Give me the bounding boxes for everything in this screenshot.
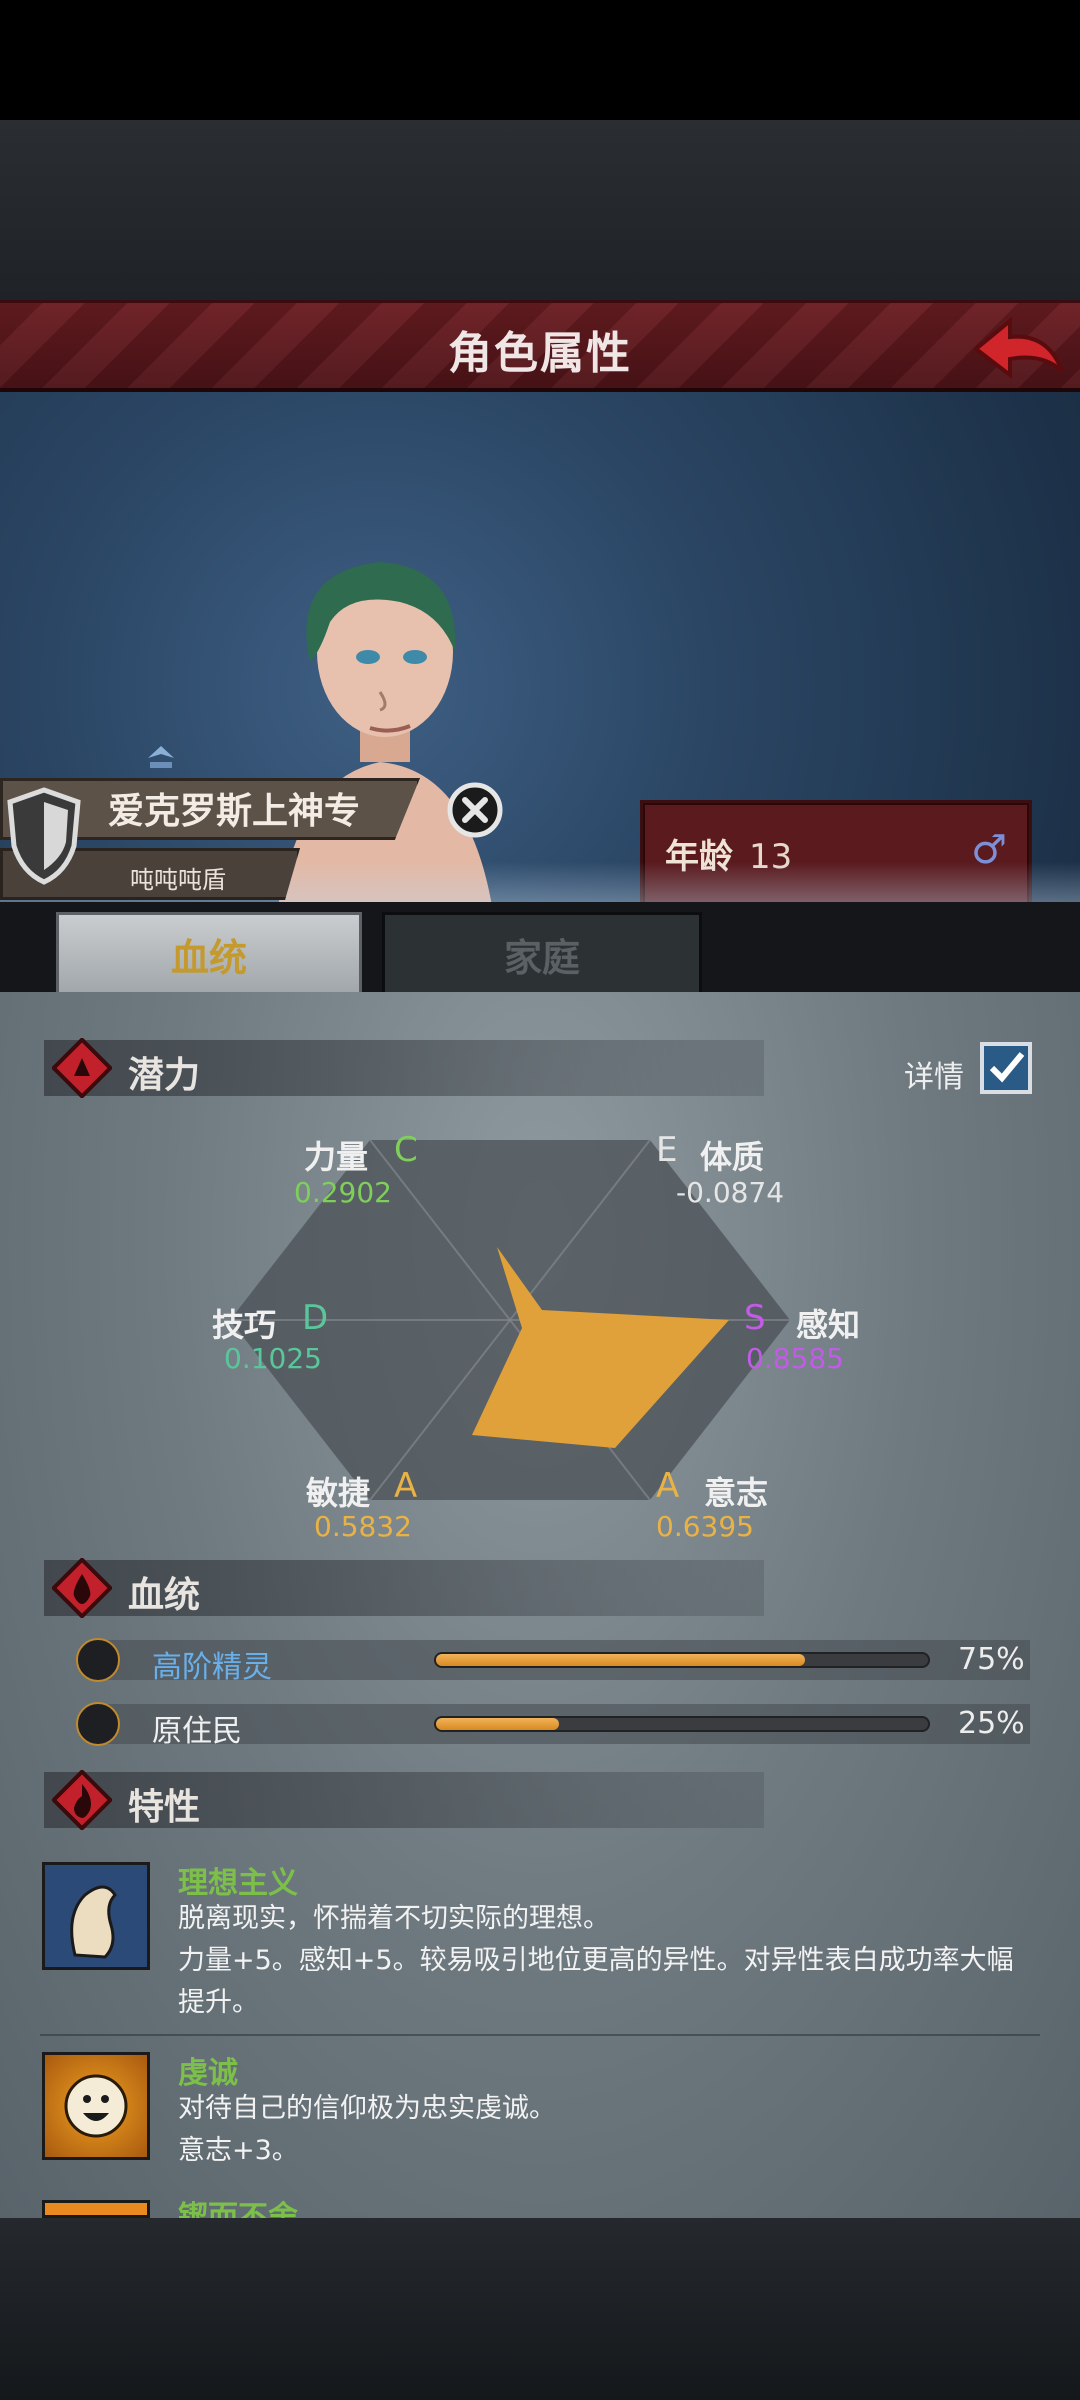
bottom-area [0, 2218, 1080, 2400]
stat-agility-name: 敏捷 [306, 1474, 371, 1512]
page-title: 角色属性 [448, 328, 632, 379]
bloodline-fill-native [436, 1718, 559, 1730]
trait-desc-piety-line1: 对待自己的信仰极为忠实虔诚。 [178, 2093, 556, 2124]
bloodline-percent-native: 25% [958, 1706, 1025, 1741]
checkmark-icon [989, 1052, 1025, 1083]
traits-label: 特性 [128, 1787, 201, 1828]
stat-skill-name: 技巧 [212, 1306, 277, 1344]
stat-strength-value: 0.2902 [294, 1176, 392, 1209]
bloodline-percent-high-elf: 75% [958, 1642, 1025, 1677]
trait-desc-piety-line2: 意志+3。 [178, 2135, 299, 2166]
stat-perception-value: 0.8585 [746, 1342, 844, 1375]
status-bar-area [0, 0, 1080, 120]
bloodline-name-high-elf: 高阶精灵 [152, 1650, 272, 1685]
potential-icon [52, 1038, 112, 1098]
stat-will-name: 意志 [704, 1474, 769, 1512]
native-leaf-icon [76, 1702, 120, 1746]
male-icon: ♂ [971, 827, 1007, 873]
piety-icon [42, 2052, 150, 2160]
close-icon [447, 782, 503, 838]
stat-agility-grade: A [394, 1466, 418, 1506]
stat-will-value: 0.6395 [656, 1510, 754, 1543]
blood-drop-icon [52, 1558, 112, 1618]
perseverance-icon [42, 2200, 150, 2218]
bloodline-label: 血统 [128, 1575, 201, 1616]
back-arrow-icon [972, 316, 1064, 380]
shield-icon [7, 787, 81, 885]
age-row: 年龄 13 [665, 829, 792, 878]
bloodline-bar-high-elf [434, 1652, 930, 1668]
header-background [0, 120, 1080, 300]
bloodline-fill-high-elf [436, 1654, 805, 1666]
trait-divider [40, 2034, 1040, 2036]
stat-agility-value: 0.5832 [314, 1510, 412, 1543]
trait-title-perseverance: 锲而不舍 [178, 2200, 298, 2218]
trait-desc-idealism-line1: 脱离现实，怀揣着不切实际的理想。 [178, 1903, 610, 1934]
stat-constitution-name: 体质 [700, 1138, 765, 1176]
stat-perception-name: 感知 [796, 1306, 861, 1344]
stat-strength-name: 力量 [304, 1138, 369, 1176]
age-label: 年龄 [665, 837, 733, 877]
detail-checkbox[interactable] [980, 1042, 1032, 1094]
stat-strength-grade: C [394, 1130, 418, 1170]
trait-desc-idealism: 脱离现实，怀揣着不切实际的理想。 力量+5。感知+5。较易吸引地位更高的异性。对… [178, 1898, 1038, 2024]
trait-title-idealism: 理想主义 [178, 1866, 298, 1901]
stat-will-grade: A [656, 1466, 680, 1506]
stat-skill-grade: D [302, 1298, 329, 1338]
remove-title-button[interactable] [447, 782, 503, 838]
tab-bloodline[interactable]: 血统 [56, 912, 362, 998]
high-elf-icon [76, 1638, 120, 1682]
potential-label: 潜力 [128, 1055, 201, 1096]
trait-desc-piety: 对待自己的信仰极为忠实虔诚。 意志+3。 [178, 2088, 1038, 2172]
guild-name: 吨吨吨盾 [130, 866, 226, 894]
flame-icon [52, 1770, 112, 1830]
age-value: 13 [749, 837, 793, 877]
bloodline-name-native: 原住民 [152, 1714, 242, 1749]
idealism-icon [42, 1862, 150, 1970]
back-button[interactable] [968, 309, 1068, 389]
stat-perception-grade: S [744, 1298, 766, 1338]
character-name: 爱克罗斯上神专 [108, 791, 361, 832]
bloodline-bar-native [434, 1716, 930, 1732]
detail-label: 详情 [904, 1060, 964, 1095]
title-bar: 角色属性 [0, 300, 1080, 392]
stat-constitution-grade: E [656, 1130, 678, 1170]
potential-radar-chart [230, 1139, 790, 1501]
stat-constitution-value: -0.0874 [676, 1176, 785, 1209]
trait-title-piety: 虔诚 [178, 2056, 238, 2091]
rank-icon [148, 746, 174, 768]
tab-family[interactable]: 家庭 [382, 912, 702, 998]
trait-desc-idealism-line2: 力量+5。感知+5。较易吸引地位更高的异性。对异性表白成功率大幅提升。 [178, 1945, 1014, 2018]
stat-skill-value: 0.1025 [224, 1342, 322, 1375]
